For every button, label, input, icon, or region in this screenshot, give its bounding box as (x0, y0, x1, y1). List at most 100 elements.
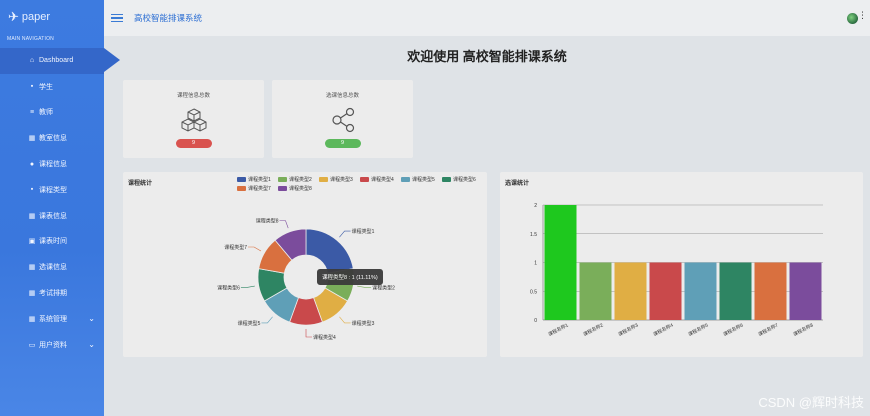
x-tick-label: 课程名称1 (547, 321, 570, 338)
cubes-icon (180, 107, 208, 133)
sidebar-item[interactable]: ▦ 系统管理 ⌄ (0, 306, 104, 332)
home-icon: ⌂ (29, 57, 35, 65)
sidebar-item[interactable]: ● 课程信息 (0, 151, 104, 177)
sidebar-item[interactable]: ▭ 用户资料 ⌄ (0, 332, 104, 358)
sidebar-item-label: 课表信息 (39, 212, 67, 220)
chevron-down-icon: ⌄ (88, 314, 95, 324)
bar[interactable] (579, 262, 612, 321)
pie-label-line (261, 316, 273, 324)
x-tick-label: 课程名称8 (792, 321, 815, 338)
grid-icon: ▦ (28, 315, 36, 323)
pie-label-line (305, 329, 312, 338)
sidebar-item-label: Dashboard (39, 57, 74, 65)
stat-label: 选课信息总数 (325, 93, 359, 99)
pie-slice-label: 课程类型6 (217, 284, 240, 291)
pie-label-line (357, 285, 372, 288)
bar[interactable] (614, 262, 647, 321)
course-stats-panel: 课程统计 课程类型1 课程类型2 课程类型3 课程类型4 课程类型5 课程类型6 课程类型7… (123, 172, 487, 357)
x-tick-label: 课程名称3 (617, 321, 640, 338)
monitor-icon: ▪ (30, 186, 34, 194)
pie-slice[interactable] (305, 228, 354, 274)
x-tick-label: 课程名称2 (582, 321, 605, 338)
brand[interactable]: ✈ paper (0, 0, 104, 34)
stat-value-badge: 9 (175, 139, 212, 148)
pie-slice-label: 课程类型5 (238, 320, 261, 327)
sidebar-item-label: 教室信息 (39, 135, 67, 143)
user-avatar[interactable] (847, 13, 858, 24)
bar[interactable] (544, 205, 577, 320)
sidebar-item[interactable]: ▦ 课表信息 (0, 203, 104, 229)
stat-value-badge: 9 (324, 139, 361, 148)
sidebar-item-label: 课程类型 (39, 186, 67, 194)
share-icon (329, 107, 357, 133)
x-tick-label: 课程名称4 (652, 321, 675, 338)
sidebar-item[interactable]: ▣ 课表时间 (0, 229, 104, 255)
course-type-donut-chart: 课程类型1 课程类型2 课程类型3 课程类型4 课程类型5 课程类型6 课程类型7 课程类型8 (217, 218, 395, 341)
sidebar-item[interactable]: ≡ 教师 (0, 100, 104, 126)
y-tick-label: 0 (534, 318, 537, 324)
sidebar-item[interactable]: ⌂ Dashboard (0, 48, 120, 74)
pie-label-line (339, 230, 351, 238)
sidebar-item[interactable]: ▪ 学生 (0, 74, 104, 100)
sidebar-item-label: 系统管理 (39, 315, 67, 323)
sidebar-item-label: 课表时间 (39, 238, 67, 246)
paper-plane-icon: ✈ (8, 9, 19, 24)
x-tick-label: 课程名称6 (722, 321, 745, 338)
sidebar-item[interactable]: ▦ 教室信息 (0, 125, 104, 151)
chart-tooltip: 课程类型8 : 1 (11.11%) (317, 269, 383, 285)
grid-icon: ▦ (28, 290, 36, 298)
monitor-icon: ▪ (30, 83, 34, 91)
lock-icon: ▣ (28, 238, 36, 246)
pie-slice-label: 课程类型4 (313, 334, 336, 341)
pie-label-line (339, 316, 351, 324)
grid-icon: ▦ (28, 264, 36, 272)
x-tick-label: 课程名称7 (757, 321, 780, 338)
bar[interactable] (719, 262, 752, 321)
watermark: CSDN @辉时科技 (758, 395, 864, 410)
sidebar-item-label: 考试排期 (39, 290, 67, 298)
pie-label-line (279, 220, 289, 229)
menu-toggle-icon[interactable] (111, 12, 123, 25)
location-icon: ● (29, 160, 35, 168)
topbar: 高校智能排课系统 (104, 0, 870, 36)
sidebar-item-label: 选课信息 (39, 264, 67, 272)
bar[interactable] (684, 262, 717, 321)
pie-slice-label: 课程类型7 (224, 244, 247, 251)
sidebar-item-label: 学生 (39, 83, 53, 91)
sidebar-item[interactable]: ▪ 课程类型 (0, 177, 104, 203)
y-tick-label: 0.5 (530, 289, 537, 295)
x-tick-label: 课程名称5 (687, 321, 710, 338)
system-title[interactable]: 高校智能排课系统 (134, 12, 202, 24)
bar[interactable] (789, 262, 822, 321)
bar[interactable] (754, 262, 787, 321)
stat-label: 课程信息总数 (176, 93, 210, 99)
chevron-down-icon: ⌄ (88, 340, 95, 350)
brand-name: paper (21, 11, 51, 23)
course-total-card: 课程信息总数 9 (123, 80, 264, 158)
y-tick-label: 1 (534, 261, 537, 267)
enrollment-total-card: 选课信息总数 9 (272, 80, 413, 158)
pie-slice-label: 课程类型2 (372, 284, 395, 291)
pie-slice-label: 课程类型1 (352, 228, 375, 235)
card-icon: ▭ (28, 341, 36, 349)
page-title: 欢迎使用 高校智能排课系统 (407, 49, 567, 64)
sidebar-item-label: 课程信息 (39, 161, 67, 169)
pie-slice-label: 课程类型3 (352, 320, 375, 327)
sidebar: ✈ paper MAIN NAVIGATION ⌂ Dashboard ▪ 学生 ≡ 教师… (0, 0, 120, 416)
enrollment-bar-chart: 0 0.5 1 1.5 2 课程名称1 课程名称2 课程名称3 课程名称4 课程名称5 课程名称6 课… (530, 203, 823, 338)
enrollment-stats-panel: 选课统计 0 0.5 1 1.5 2 课程名称1 课程名称2 课程名称3 课程名称4 课程名称5 课… (500, 172, 863, 357)
grid-icon: ▦ (28, 135, 36, 143)
sidebar-item-label: 用户资料 (39, 341, 67, 349)
pie-slice-label: 课程类型8 (256, 218, 279, 225)
more-icon[interactable]: ⋮ (858, 10, 867, 21)
grid-icon: ▦ (28, 212, 36, 220)
bar[interactable] (649, 262, 682, 321)
y-tick-label: 1.5 (530, 232, 537, 238)
y-tick-label: 2 (534, 203, 537, 209)
sidebar-item[interactable]: ▦ 选课信息 (0, 254, 104, 280)
sidebar-item[interactable]: ▦ 考试排期 (0, 280, 104, 306)
nav-header: MAIN NAVIGATION (7, 36, 54, 42)
list-icon: ≡ (29, 108, 35, 116)
pie-label-line (248, 246, 262, 252)
pie-label-line (240, 285, 255, 288)
